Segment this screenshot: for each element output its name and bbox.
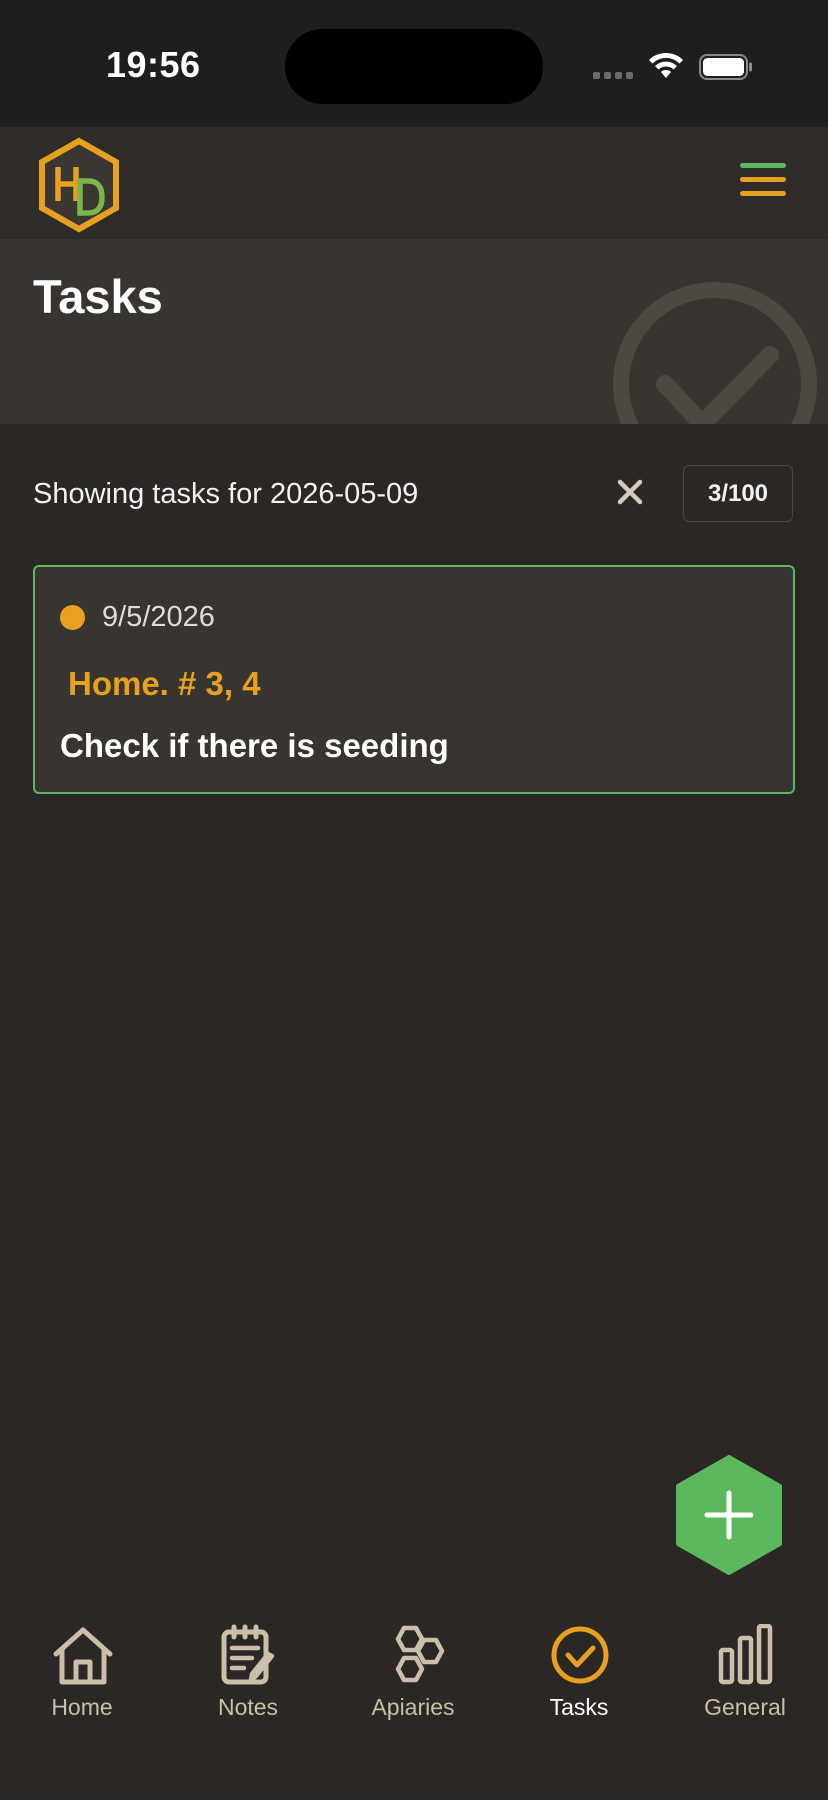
battery-icon [699, 54, 752, 80]
hexagon-cells-icon [395, 1625, 445, 1683]
bar-chart-icon [718, 1624, 773, 1685]
nav-item-apiaries[interactable]: Apiaries [343, 1624, 483, 1734]
filter-description: Showing tasks for 2026-05-09 [33, 478, 419, 510]
nav-item-general[interactable]: General [675, 1624, 815, 1734]
title-banner: Tasks [0, 239, 828, 424]
check-circle-icon [551, 1626, 609, 1684]
add-task-button[interactable] [676, 1455, 782, 1575]
nav-item-tasks[interactable]: Tasks [509, 1624, 649, 1734]
tasks-screen: 19:56 Tasks Showing tasks for 2026-05-09… [0, 0, 828, 1800]
close-icon[interactable] [608, 470, 652, 514]
task-status-dot [60, 605, 85, 630]
dynamic-island [285, 29, 543, 104]
task-description: Check if there is seeding [60, 727, 449, 764]
nav-item-notes[interactable]: Notes [178, 1624, 318, 1734]
status-bar: 19:56 [0, 0, 828, 127]
nav-label-home: Home [51, 1694, 113, 1720]
cellular-signal-icon [593, 72, 633, 79]
task-card[interactable]: 9/5/2026 Home. # 3, 4 Check if there is … [33, 565, 795, 794]
notes-icon [221, 1624, 275, 1685]
nav-label-apiaries: Apiaries [371, 1694, 455, 1720]
nav-label-general: General [704, 1694, 786, 1720]
nav-label-tasks: Tasks [549, 1694, 609, 1720]
nav-label-notes: Notes [217, 1694, 279, 1720]
nav-item-home[interactable]: Home [12, 1624, 152, 1734]
task-location: Home. # 3, 4 [68, 665, 261, 702]
task-count-badge[interactable]: 3/100 [683, 465, 793, 522]
page-title: Tasks [33, 270, 163, 323]
status-time: 19:56 [106, 44, 201, 85]
checkmark-circle-icon [613, 282, 817, 424]
app-logo-icon[interactable] [36, 137, 122, 233]
bottom-navigation: Home Notes Apiaries Tasks General [0, 1596, 828, 1800]
app-header [0, 127, 828, 239]
home-icon [53, 1627, 113, 1685]
task-date: 9/5/2026 [102, 601, 215, 633]
wifi-icon [649, 52, 683, 78]
hamburger-menu-icon[interactable] [734, 155, 794, 205]
